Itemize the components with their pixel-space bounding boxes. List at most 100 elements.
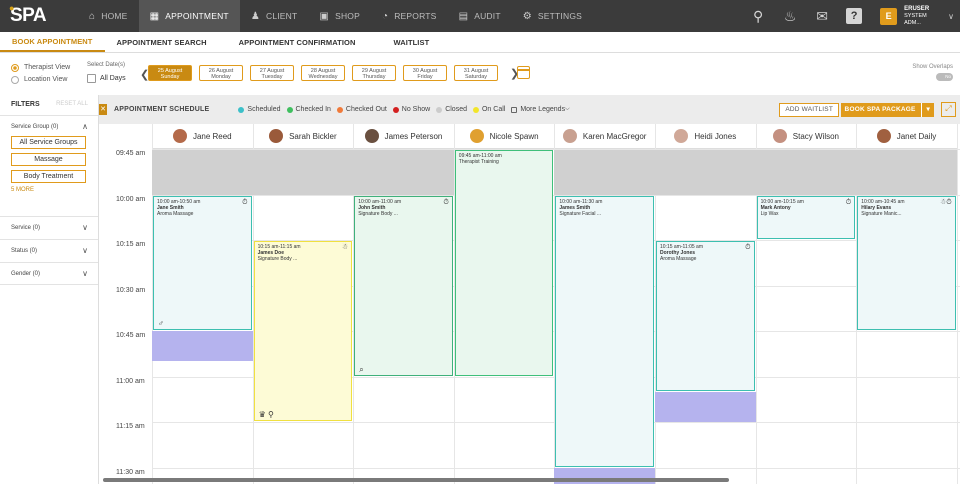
fullscreen-icon[interactable]: ⤢ xyxy=(941,102,956,117)
appointment-card[interactable]: 10:00 am-11:30 am James Smith Signature Fa… xyxy=(555,195,654,467)
appointment-card[interactable]: 10:00 am-11:00 am John Smith Signature Bod… xyxy=(354,195,453,376)
therapist-avatar xyxy=(562,129,577,143)
closed-slot xyxy=(755,149,857,195)
legend-label: Closed xyxy=(445,106,467,113)
add-waitlist-button[interactable]: ADD WAITLIST xyxy=(779,103,839,117)
therapist-name: Jane Reed xyxy=(192,131,232,141)
nav-label: APPOINTMENT xyxy=(165,11,229,21)
therapist-header[interactable]: James Peterson xyxy=(353,124,454,149)
therapist-header[interactable]: Heidi Jones xyxy=(655,124,756,149)
blocked-slot xyxy=(152,331,253,361)
therapist-view-label: Therapist View xyxy=(24,64,71,71)
tab-appointment-confirmation[interactable]: APPOINTMENT CONFIRMATION xyxy=(227,32,368,52)
more-legends-dropdown[interactable]: More Legends ⌵ xyxy=(511,106,570,113)
reset-all-link[interactable]: RESET ALL xyxy=(56,101,88,115)
therapist-header[interactable]: Sarah Bickler xyxy=(252,124,354,149)
therapist-header[interactable]: Karen MacGregor xyxy=(554,124,655,149)
appointment-card[interactable]: 10:15 am-11:05 am Dorothy Jones Aroma Mass… xyxy=(656,241,755,391)
location-view-radio[interactable]: Location View xyxy=(11,74,70,86)
chevron-down-icon[interactable]: ∨ xyxy=(82,269,88,278)
checkbox-icon xyxy=(87,74,96,83)
appointment-card[interactable]: 10:00 am-10:50 am Jane Smith Aroma Massage… xyxy=(153,195,252,330)
tab-appointment-search[interactable]: APPOINTMENT SEARCH xyxy=(105,32,219,52)
date-option[interactable]: 27 August Tuesday xyxy=(250,65,294,81)
chevron-down-icon[interactable]: ∨ xyxy=(82,223,88,232)
chevron-up-icon[interactable]: ∧ xyxy=(82,122,88,131)
search-icon[interactable]: ⚲ xyxy=(744,0,772,32)
date-option[interactable]: 26 August Monday xyxy=(199,65,243,81)
user-info[interactable]: ERUSER SYSTEM ADM... xyxy=(904,6,944,27)
appointment-card[interactable]: 09:45 am-11:00 am Therapist Training xyxy=(454,150,554,376)
horizontal-scrollbar[interactable] xyxy=(103,478,729,482)
legend-item: Checked Out xyxy=(336,106,387,113)
nav-reports[interactable]: ◔ REPORTS xyxy=(371,0,448,32)
nav-shop[interactable]: ▣ SHOP xyxy=(308,0,371,32)
nav-settings[interactable]: ⚙ SETTINGS xyxy=(512,0,593,32)
all-days-checkbox[interactable]: All Days xyxy=(87,74,126,83)
status-filter-label[interactable]: Status (0) xyxy=(11,248,88,254)
appointment-service: Aroma Massage xyxy=(157,210,194,217)
bell-icon[interactable]: ♨ xyxy=(776,0,804,32)
date-option[interactable]: 29 August Thursday xyxy=(352,65,396,81)
app-logo[interactable]: ● SPA xyxy=(9,3,58,27)
day-label: Saturday xyxy=(464,74,487,80)
nav-label: AUDIT xyxy=(474,11,501,21)
filter-all-service-groups[interactable]: All Service Groups xyxy=(11,136,86,149)
blocked-slot xyxy=(655,391,756,422)
show-overlaps-toggle[interactable]: No xyxy=(936,73,953,81)
user-name: ERUSER xyxy=(904,5,930,12)
calendar-picker-icon[interactable] xyxy=(517,66,530,79)
date-option[interactable]: 28 August Wednesday xyxy=(301,65,345,81)
therapist-header[interactable]: Stacy Wilson xyxy=(755,124,857,149)
legend-item: Closed xyxy=(436,106,467,113)
location-view-label: Location View xyxy=(24,76,68,83)
chevron-down-icon[interactable]: ∨ xyxy=(948,12,954,21)
nav-client[interactable]: ♟ CLIENT xyxy=(240,0,309,32)
filter-massage[interactable]: Massage xyxy=(11,153,86,166)
gender-filter-label[interactable]: Gender (0) xyxy=(11,271,88,277)
therapist-view-radio[interactable]: Therapist View xyxy=(11,62,70,74)
mail-icon[interactable]: ✉ xyxy=(808,0,836,32)
legend-item: On Call xyxy=(472,106,505,113)
appointment-service: Signature Manic... xyxy=(861,210,902,217)
therapist-name: James Peterson xyxy=(384,131,443,141)
tab-waitlist[interactable]: WAITLIST xyxy=(381,32,441,52)
therapist-header[interactable]: Nicole Spawn xyxy=(453,124,555,149)
nav-home[interactable]: ⌂ HOME xyxy=(78,0,139,32)
date-option[interactable]: 30 August Friday xyxy=(403,65,447,81)
therapist-header[interactable]: Jane Reed xyxy=(152,124,253,149)
closed-slot xyxy=(554,149,655,195)
legend-label: Checked Out xyxy=(345,106,387,113)
appointment-card[interactable]: 10:15 am-11:15 am James Doe Signature Body… xyxy=(253,241,353,421)
book-spa-package-button[interactable]: BOOK SPA PACKAGE ▾ xyxy=(840,103,934,117)
chevron-down-icon[interactable]: ∨ xyxy=(82,246,88,255)
user-avatar[interactable]: E xyxy=(880,7,898,25)
filter-body-treatment[interactable]: Body Treatment xyxy=(11,170,86,183)
reports-icon: ◔ xyxy=(381,10,389,22)
therapist-header[interactable]: Janet Daily xyxy=(856,124,957,149)
collapse-filters-icon[interactable]: ✕ xyxy=(99,104,107,115)
caret-down-icon[interactable]: ▾ xyxy=(920,103,930,117)
legend-label: Checked In xyxy=(295,106,331,113)
service-group-filter-label[interactable]: Service Group (0) xyxy=(11,124,88,130)
help-button[interactable]: ? xyxy=(840,0,868,32)
top-navbar: ● SPA ⌂ HOME ▦ APPOINTMENT ♟ CLIENT ▣ SHOP ◔ REPOR… xyxy=(0,0,960,32)
therapist-avatar xyxy=(469,129,484,143)
client-icon: ♟ xyxy=(250,10,260,22)
appointment-flag-icon: ♛ ⚲ xyxy=(258,410,274,419)
therapist-name: Sarah Bickler xyxy=(289,131,337,141)
date-option[interactable]: 25 August Sunday xyxy=(148,65,192,81)
appointment-card[interactable]: 10:00 am-10:45 am Hilary Evans Signature M… xyxy=(857,195,956,330)
legend-dot-icon xyxy=(436,106,443,113)
appointment-card[interactable]: 10:00 am-10:15 am Mark Antony Lip Wax ⏱ xyxy=(756,195,856,239)
service-filter-label[interactable]: Service (0) xyxy=(11,225,88,231)
more-filters-link[interactable]: 5 MORE xyxy=(11,187,88,193)
appointment-service: Aroma Massage xyxy=(660,256,697,262)
tab-book-appointment[interactable]: BOOK APPOINTMENT xyxy=(0,32,105,52)
therapist-avatar xyxy=(364,129,379,143)
date-option[interactable]: 31 August Saturday xyxy=(454,65,498,81)
legend-item: Checked In xyxy=(286,106,331,113)
nav-audit[interactable]: ▤ AUDIT xyxy=(448,0,512,32)
nav-appointment[interactable]: ▦ APPOINTMENT xyxy=(138,0,240,32)
time-label: 09:45 am xyxy=(116,150,146,157)
